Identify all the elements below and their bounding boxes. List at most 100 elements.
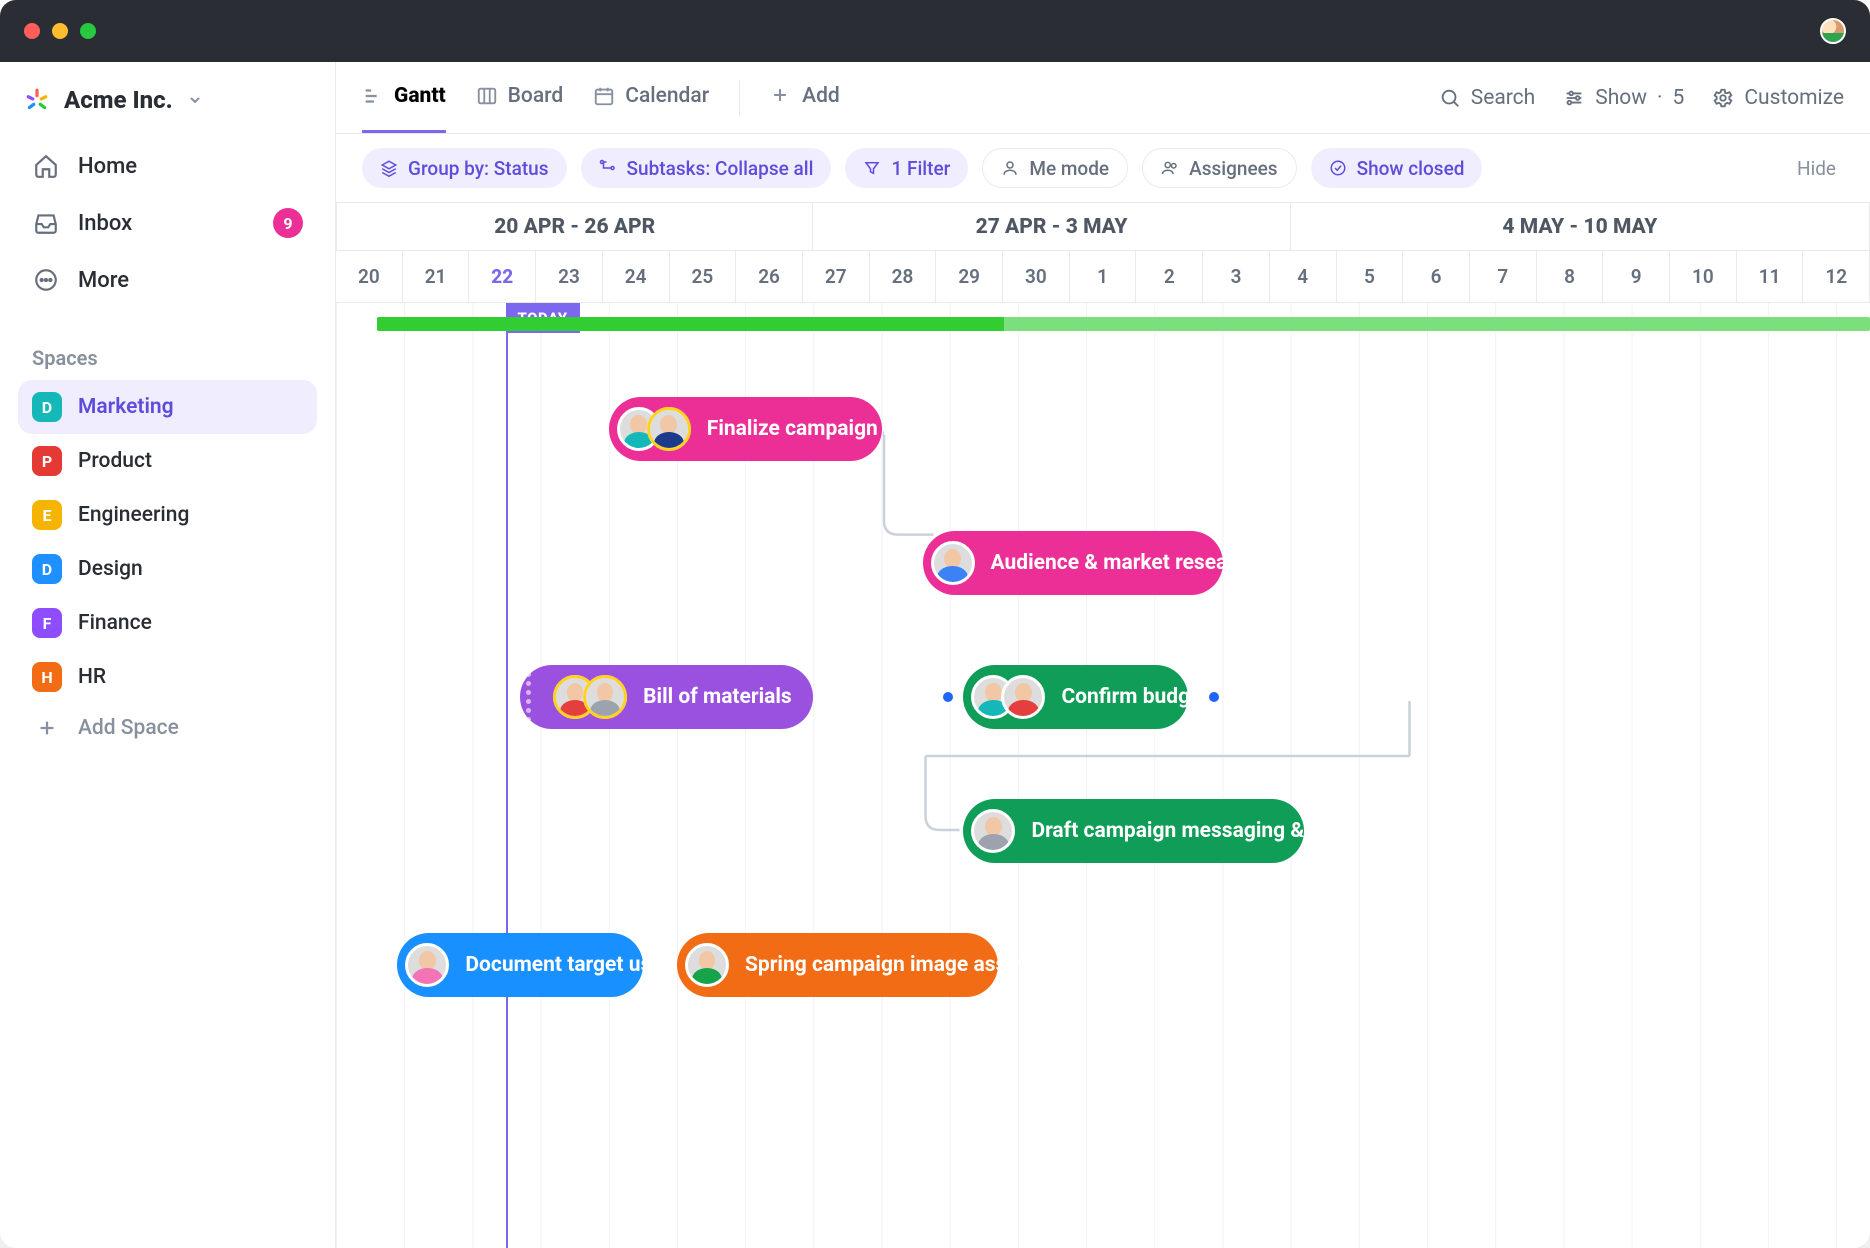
week-header: 20 APR - 26 APR: [336, 203, 813, 250]
sidebar-space-item[interactable]: H HR: [18, 650, 317, 704]
hide-filters-button[interactable]: Hide: [1797, 157, 1844, 180]
assignee-avatar: [583, 675, 627, 719]
day-header: 27: [803, 251, 870, 302]
filter-show-closed[interactable]: Show closed: [1311, 148, 1483, 188]
filter-assignees[interactable]: Assignees: [1142, 148, 1296, 188]
add-space-label: Add Space: [78, 716, 179, 740]
person-icon: [1001, 159, 1019, 177]
tab-add-label: Add: [802, 84, 840, 108]
day-header: 5: [1337, 251, 1404, 302]
drag-handle-icon[interactable]: [824, 672, 829, 722]
filter-bar: Group by: Status Subtasks: Collapse all …: [336, 134, 1870, 203]
search-icon: [1439, 87, 1461, 109]
workspace-switcher[interactable]: Acme Inc.: [18, 80, 317, 138]
workspace-name: Acme Inc.: [64, 86, 173, 114]
task-name: Audience & market research: [991, 551, 1258, 575]
traffic-lights: [24, 23, 96, 39]
today-marker-line: [506, 333, 508, 1248]
show-count: 5: [1673, 86, 1685, 110]
nav-home-label: Home: [78, 154, 137, 179]
space-color-badge: H: [32, 662, 62, 692]
minimize-window-dot[interactable]: [52, 23, 68, 39]
search-label: Search: [1471, 86, 1536, 110]
gantt-icon: [362, 85, 384, 107]
task-bar[interactable]: Audience & market research: [923, 531, 1223, 595]
inbox-icon: [32, 209, 60, 237]
day-header: 1: [1070, 251, 1137, 302]
sliders-icon: [1563, 87, 1585, 109]
main-panel: Gantt Board Calendar Add: [336, 62, 1870, 1248]
current-user-avatar[interactable]: [1820, 18, 1846, 44]
day-header: 25: [670, 251, 737, 302]
sidebar-space-item[interactable]: DMarketing: [18, 380, 317, 434]
dependency-line: [882, 429, 937, 549]
task-bar[interactable]: Confirm budgets: [963, 665, 1188, 729]
show-columns-button[interactable]: Show · 5: [1563, 86, 1684, 110]
tab-gantt[interactable]: Gantt: [362, 62, 446, 133]
space-label: Design: [78, 557, 143, 581]
day-header: 30: [1003, 251, 1070, 302]
customize-button[interactable]: Customize: [1712, 86, 1844, 110]
tab-add-view[interactable]: Add: [770, 62, 840, 133]
inbox-badge: 9: [273, 208, 303, 238]
task-bar[interactable]: Bill of materials: [520, 665, 813, 729]
spaces-header: Spaces: [18, 338, 317, 380]
space-label: HR: [78, 665, 106, 689]
filter-subtasks[interactable]: Subtasks: Collapse all: [581, 148, 832, 188]
sprint-progress-bar: [377, 317, 1870, 331]
space-label: Product: [78, 449, 152, 473]
milestone-dot[interactable]: [943, 692, 953, 702]
nav-more-label: More: [78, 268, 129, 293]
subtask-icon: [599, 159, 617, 177]
task-name: Document target users: [465, 953, 681, 977]
day-header: 29: [936, 251, 1003, 302]
filter-group-by[interactable]: Group by: Status: [362, 148, 567, 188]
task-bar[interactable]: Draft campaign messaging & copy: [963, 799, 1304, 863]
tab-calendar[interactable]: Calendar: [593, 62, 709, 133]
space-color-badge: E: [32, 500, 62, 530]
day-header: 21: [403, 251, 470, 302]
filter-assignees-label: Assignees: [1189, 157, 1277, 180]
gantt-timeline[interactable]: 20 APR - 26 APR 27 APR - 3 MAY 4 MAY - 1…: [336, 203, 1870, 1248]
add-space-button[interactable]: Add Space: [18, 704, 317, 752]
task-bar[interactable]: Spring campaign image assets: [677, 933, 998, 997]
timeline-week-row: 20 APR - 26 APR 27 APR - 3 MAY 4 MAY - 1…: [336, 203, 1870, 251]
day-header: 20: [336, 251, 403, 302]
nav-inbox[interactable]: Inbox 9: [18, 194, 317, 252]
space-color-badge: D: [32, 554, 62, 584]
task-bar[interactable]: Document target users: [397, 933, 643, 997]
tab-board[interactable]: Board: [476, 62, 564, 133]
plus-icon: [32, 717, 62, 739]
sidebar-space-item[interactable]: EEngineering: [18, 488, 317, 542]
space-color-badge: F: [32, 608, 62, 638]
filter-me-mode-label: Me mode: [1029, 157, 1109, 180]
milestone-dot[interactable]: [1209, 692, 1219, 702]
day-header: 4: [1270, 251, 1337, 302]
maximize-window-dot[interactable]: [80, 23, 96, 39]
sidebar-space-item[interactable]: F Finance: [18, 596, 317, 650]
sidebar-space-item[interactable]: D Design: [18, 542, 317, 596]
people-icon: [1161, 159, 1179, 177]
filter-count-label: 1 Filter: [891, 157, 950, 180]
drag-handle-icon[interactable]: [526, 672, 531, 722]
close-window-dot[interactable]: [24, 23, 40, 39]
task-bar[interactable]: Finalize campaign brief: [609, 397, 882, 461]
day-header: 8: [1537, 251, 1604, 302]
assignee-avatar: [931, 541, 975, 585]
nav-more[interactable]: More: [18, 252, 317, 308]
filter-me-mode[interactable]: Me mode: [982, 148, 1128, 188]
show-label: Show: [1595, 86, 1647, 110]
tab-calendar-label: Calendar: [625, 84, 709, 108]
day-header: 9: [1603, 251, 1670, 302]
nav-inbox-label: Inbox: [78, 211, 132, 236]
space-label: Finance: [78, 611, 152, 635]
tab-gantt-label: Gantt: [394, 84, 446, 108]
nav-home[interactable]: Home: [18, 138, 317, 194]
check-circle-icon: [1329, 159, 1347, 177]
plus-icon: [770, 85, 792, 107]
day-header: 28: [870, 251, 937, 302]
filter-count[interactable]: 1 Filter: [845, 148, 968, 188]
search-button[interactable]: Search: [1439, 86, 1536, 110]
sidebar-space-item[interactable]: PProduct: [18, 434, 317, 488]
task-name: Bill of materials: [643, 685, 792, 709]
